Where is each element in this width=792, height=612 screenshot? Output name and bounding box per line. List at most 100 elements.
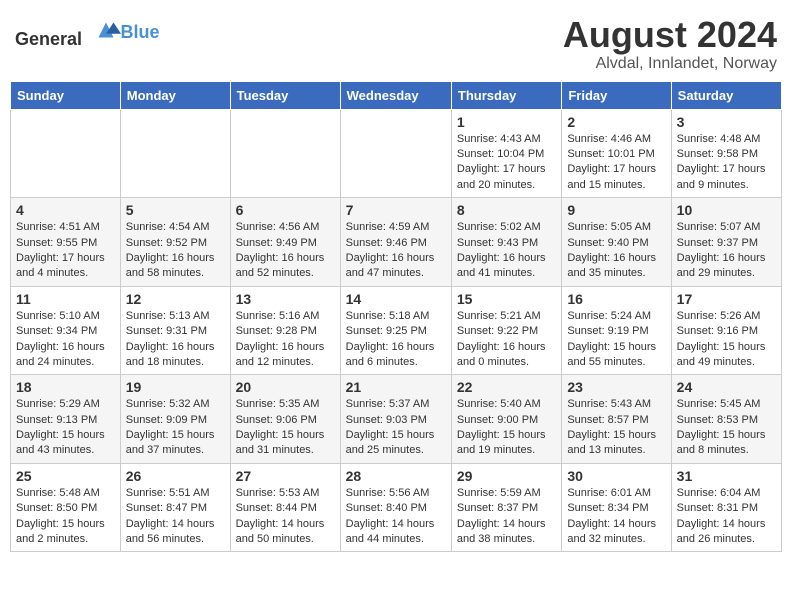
weekday-header-saturday: Saturday	[671, 81, 781, 109]
day-number-1: 1	[457, 114, 556, 130]
day-info-11: Sunrise: 5:10 AM Sunset: 9:34 PM Dayligh…	[16, 309, 115, 371]
day-info-16: Sunrise: 5:24 AM Sunset: 9:19 PM Dayligh…	[567, 309, 665, 371]
day-info-21: Sunrise: 5:37 AM Sunset: 9:03 PM Dayligh…	[346, 397, 446, 459]
day-cell-9: 9Sunrise: 5:05 AM Sunset: 9:40 PM Daylig…	[562, 198, 671, 287]
day-cell-29: 29 Sunrise: 5:59 AM Sunset: 8:37 PM Dayli…	[451, 463, 561, 552]
day-number-9: 9	[567, 202, 665, 218]
week-row-3: 11Sunrise: 5:10 AM Sunset: 9:34 PM Dayli…	[11, 286, 782, 375]
day-cell-13: 13Sunrise: 5:16 AM Sunset: 9:28 PM Dayli…	[230, 286, 340, 375]
day-number-22: 22	[457, 379, 556, 395]
day-info-10: Sunrise: 5:07 AM Sunset: 9:37 PM Dayligh…	[677, 220, 776, 282]
day-number-7: 7	[346, 202, 446, 218]
day-number-15: 15	[457, 291, 556, 307]
day-number-5: 5	[126, 202, 225, 218]
day-cell-12: 12 Sunrise: 5:13 AM Sunset: 9:31 PM Dayli…	[120, 286, 230, 375]
day-cell-24: 24 Sunrise: 5:45 AM Sunset: 8:53 PM Dayli…	[671, 375, 781, 464]
day-info-29: Sunrise: 5:59 AM Sunset: 8:37 PM Dayligh…	[457, 486, 556, 548]
day-info-8: Sunrise: 5:02 AM Sunset: 9:43 PM Dayligh…	[457, 220, 556, 282]
weekday-header-tuesday: Tuesday	[230, 81, 340, 109]
day-cell-18: 18 Sunrise: 5:29 AM Sunset: 9:13 PM Dayli…	[11, 375, 121, 464]
title-area: August 2024 Alvdal, Innlandet, Norway	[563, 15, 777, 73]
day-number-2: 2	[567, 114, 665, 130]
weekday-header-monday: Monday	[120, 81, 230, 109]
day-number-29: 29	[457, 468, 556, 484]
day-cell-7: 7 Sunrise: 4:59 AM Sunset: 9:46 PM Daylig…	[340, 198, 451, 287]
day-cell-20: 20 Sunrise: 5:35 AM Sunset: 9:06 PM Dayli…	[230, 375, 340, 464]
day-cell-26: 26 Sunrise: 5:51 AM Sunset: 8:47 PM Dayli…	[120, 463, 230, 552]
day-info-15: Sunrise: 5:21 AM Sunset: 9:22 PM Dayligh…	[457, 309, 556, 371]
logo-blue: Blue	[121, 22, 160, 42]
day-number-24: 24	[677, 379, 776, 395]
day-cell-2: 2Sunrise: 4:46 AM Sunset: 10:01 PM Dayli…	[562, 109, 671, 198]
day-cell-19: 19Sunrise: 5:32 AM Sunset: 9:09 PM Dayli…	[120, 375, 230, 464]
day-number-20: 20	[236, 379, 335, 395]
day-cell-3: 3 Sunrise: 4:48 AM Sunset: 9:58 PM Daylig…	[671, 109, 781, 198]
day-number-3: 3	[677, 114, 776, 130]
day-info-3: Sunrise: 4:48 AM Sunset: 9:58 PM Dayligh…	[677, 132, 776, 194]
day-cell-15: 15 Sunrise: 5:21 AM Sunset: 9:22 PM Dayli…	[451, 286, 561, 375]
day-info-31: Sunrise: 6:04 AM Sunset: 8:31 PM Dayligh…	[677, 486, 776, 548]
week-row-2: 4Sunrise: 4:51 AM Sunset: 9:55 PM Daylig…	[11, 198, 782, 287]
day-info-30: Sunrise: 6:01 AM Sunset: 8:34 PM Dayligh…	[567, 486, 665, 548]
day-number-18: 18	[16, 379, 115, 395]
day-cell-1: 1 Sunrise: 4:43 AM Sunset: 10:04 PM Dayli…	[451, 109, 561, 198]
day-info-26: Sunrise: 5:51 AM Sunset: 8:47 PM Dayligh…	[126, 486, 225, 548]
day-number-30: 30	[567, 468, 665, 484]
day-cell-8: 8 Sunrise: 5:02 AM Sunset: 9:43 PM Daylig…	[451, 198, 561, 287]
day-cell-25: 25 Sunrise: 5:48 AM Sunset: 8:50 PM Dayli…	[11, 463, 121, 552]
day-number-28: 28	[346, 468, 446, 484]
day-number-16: 16	[567, 291, 665, 307]
day-info-24: Sunrise: 5:45 AM Sunset: 8:53 PM Dayligh…	[677, 397, 776, 459]
location-subtitle: Alvdal, Innlandet, Norway	[563, 55, 777, 73]
day-info-6: Sunrise: 4:56 AM Sunset: 9:49 PM Dayligh…	[236, 220, 335, 282]
day-cell-10: 10 Sunrise: 5:07 AM Sunset: 9:37 PM Dayli…	[671, 198, 781, 287]
day-info-28: Sunrise: 5:56 AM Sunset: 8:40 PM Dayligh…	[346, 486, 446, 548]
logo-icon	[91, 15, 121, 45]
day-cell-30: 30 Sunrise: 6:01 AM Sunset: 8:34 PM Dayli…	[562, 463, 671, 552]
day-info-14: Sunrise: 5:18 AM Sunset: 9:25 PM Dayligh…	[346, 309, 446, 371]
week-row-5: 25 Sunrise: 5:48 AM Sunset: 8:50 PM Dayli…	[11, 463, 782, 552]
weekday-header-sunday: Sunday	[11, 81, 121, 109]
weekday-header-row: SundayMondayTuesdayWednesdayThursdayFrid…	[11, 81, 782, 109]
day-info-25: Sunrise: 5:48 AM Sunset: 8:50 PM Dayligh…	[16, 486, 115, 548]
day-info-12: Sunrise: 5:13 AM Sunset: 9:31 PM Dayligh…	[126, 309, 225, 371]
logo-general: General	[15, 29, 82, 49]
day-info-22: Sunrise: 5:40 AM Sunset: 9:00 PM Dayligh…	[457, 397, 556, 459]
empty-cell	[340, 109, 451, 198]
day-cell-11: 11Sunrise: 5:10 AM Sunset: 9:34 PM Dayli…	[11, 286, 121, 375]
empty-cell	[11, 109, 121, 198]
logo: General Blue	[15, 15, 160, 50]
day-number-12: 12	[126, 291, 225, 307]
day-cell-4: 4Sunrise: 4:51 AM Sunset: 9:55 PM Daylig…	[11, 198, 121, 287]
header: General Blue August 2024 Alvdal, Innland…	[10, 10, 782, 73]
weekday-header-wednesday: Wednesday	[340, 81, 451, 109]
day-info-13: Sunrise: 5:16 AM Sunset: 9:28 PM Dayligh…	[236, 309, 335, 371]
day-cell-14: 14 Sunrise: 5:18 AM Sunset: 9:25 PM Dayli…	[340, 286, 451, 375]
day-cell-27: 27 Sunrise: 5:53 AM Sunset: 8:44 PM Dayli…	[230, 463, 340, 552]
day-number-27: 27	[236, 468, 335, 484]
day-number-26: 26	[126, 468, 225, 484]
day-number-25: 25	[16, 468, 115, 484]
day-info-18: Sunrise: 5:29 AM Sunset: 9:13 PM Dayligh…	[16, 397, 115, 459]
day-number-21: 21	[346, 379, 446, 395]
day-number-17: 17	[677, 291, 776, 307]
day-info-1: Sunrise: 4:43 AM Sunset: 10:04 PM Daylig…	[457, 132, 556, 194]
day-number-23: 23	[567, 379, 665, 395]
day-number-8: 8	[457, 202, 556, 218]
day-number-14: 14	[346, 291, 446, 307]
day-cell-21: 21 Sunrise: 5:37 AM Sunset: 9:03 PM Dayli…	[340, 375, 451, 464]
day-info-7: Sunrise: 4:59 AM Sunset: 9:46 PM Dayligh…	[346, 220, 446, 282]
day-number-6: 6	[236, 202, 335, 218]
day-cell-28: 28 Sunrise: 5:56 AM Sunset: 8:40 PM Dayli…	[340, 463, 451, 552]
day-info-4: Sunrise: 4:51 AM Sunset: 9:55 PM Dayligh…	[16, 220, 115, 282]
day-cell-17: 17Sunrise: 5:26 AM Sunset: 9:16 PM Dayli…	[671, 286, 781, 375]
month-title: August 2024	[563, 15, 777, 55]
day-cell-16: 16 Sunrise: 5:24 AM Sunset: 9:19 PM Dayli…	[562, 286, 671, 375]
day-number-31: 31	[677, 468, 776, 484]
day-cell-31: 31 Sunrise: 6:04 AM Sunset: 8:31 PM Dayli…	[671, 463, 781, 552]
day-info-27: Sunrise: 5:53 AM Sunset: 8:44 PM Dayligh…	[236, 486, 335, 548]
day-number-10: 10	[677, 202, 776, 218]
empty-cell	[120, 109, 230, 198]
week-row-4: 18 Sunrise: 5:29 AM Sunset: 9:13 PM Dayli…	[11, 375, 782, 464]
day-info-20: Sunrise: 5:35 AM Sunset: 9:06 PM Dayligh…	[236, 397, 335, 459]
